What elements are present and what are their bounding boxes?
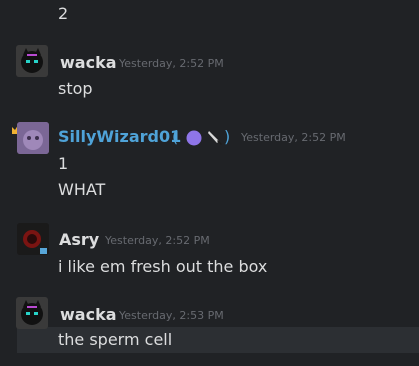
timestamp: Yesterday, 2:52 PM [241,131,346,144]
author-name[interactable]: wacka [60,305,117,324]
message-text: WHAT [58,180,106,199]
message-text: the sperm cell [58,330,173,349]
purple-creature-avatar[interactable] [17,122,49,154]
timestamp: Yesterday, 2:52 PM [119,57,224,70]
black-cat-avatar[interactable] [16,45,48,77]
message-text: stop [58,79,93,98]
author-name[interactable]: SillyWizard01 [58,127,181,146]
status-parenthesis-open: ( [172,127,179,146]
message-text: i like em fresh out the box [58,257,268,276]
message-text: 2 [58,4,69,23]
red-dark-avatar[interactable] [17,223,49,255]
black-cat-avatar[interactable] [16,297,48,329]
purple-circle-icon [186,130,202,146]
author-name[interactable]: wacka [60,53,117,72]
author-name[interactable]: Asry [59,230,99,249]
status-parenthesis-close: ) [224,127,231,146]
knife-icon [206,129,224,147]
timestamp: Yesterday, 2:52 PM [105,234,210,247]
timestamp: Yesterday, 2:53 PM [119,309,224,322]
message-text: 1 [58,154,69,173]
